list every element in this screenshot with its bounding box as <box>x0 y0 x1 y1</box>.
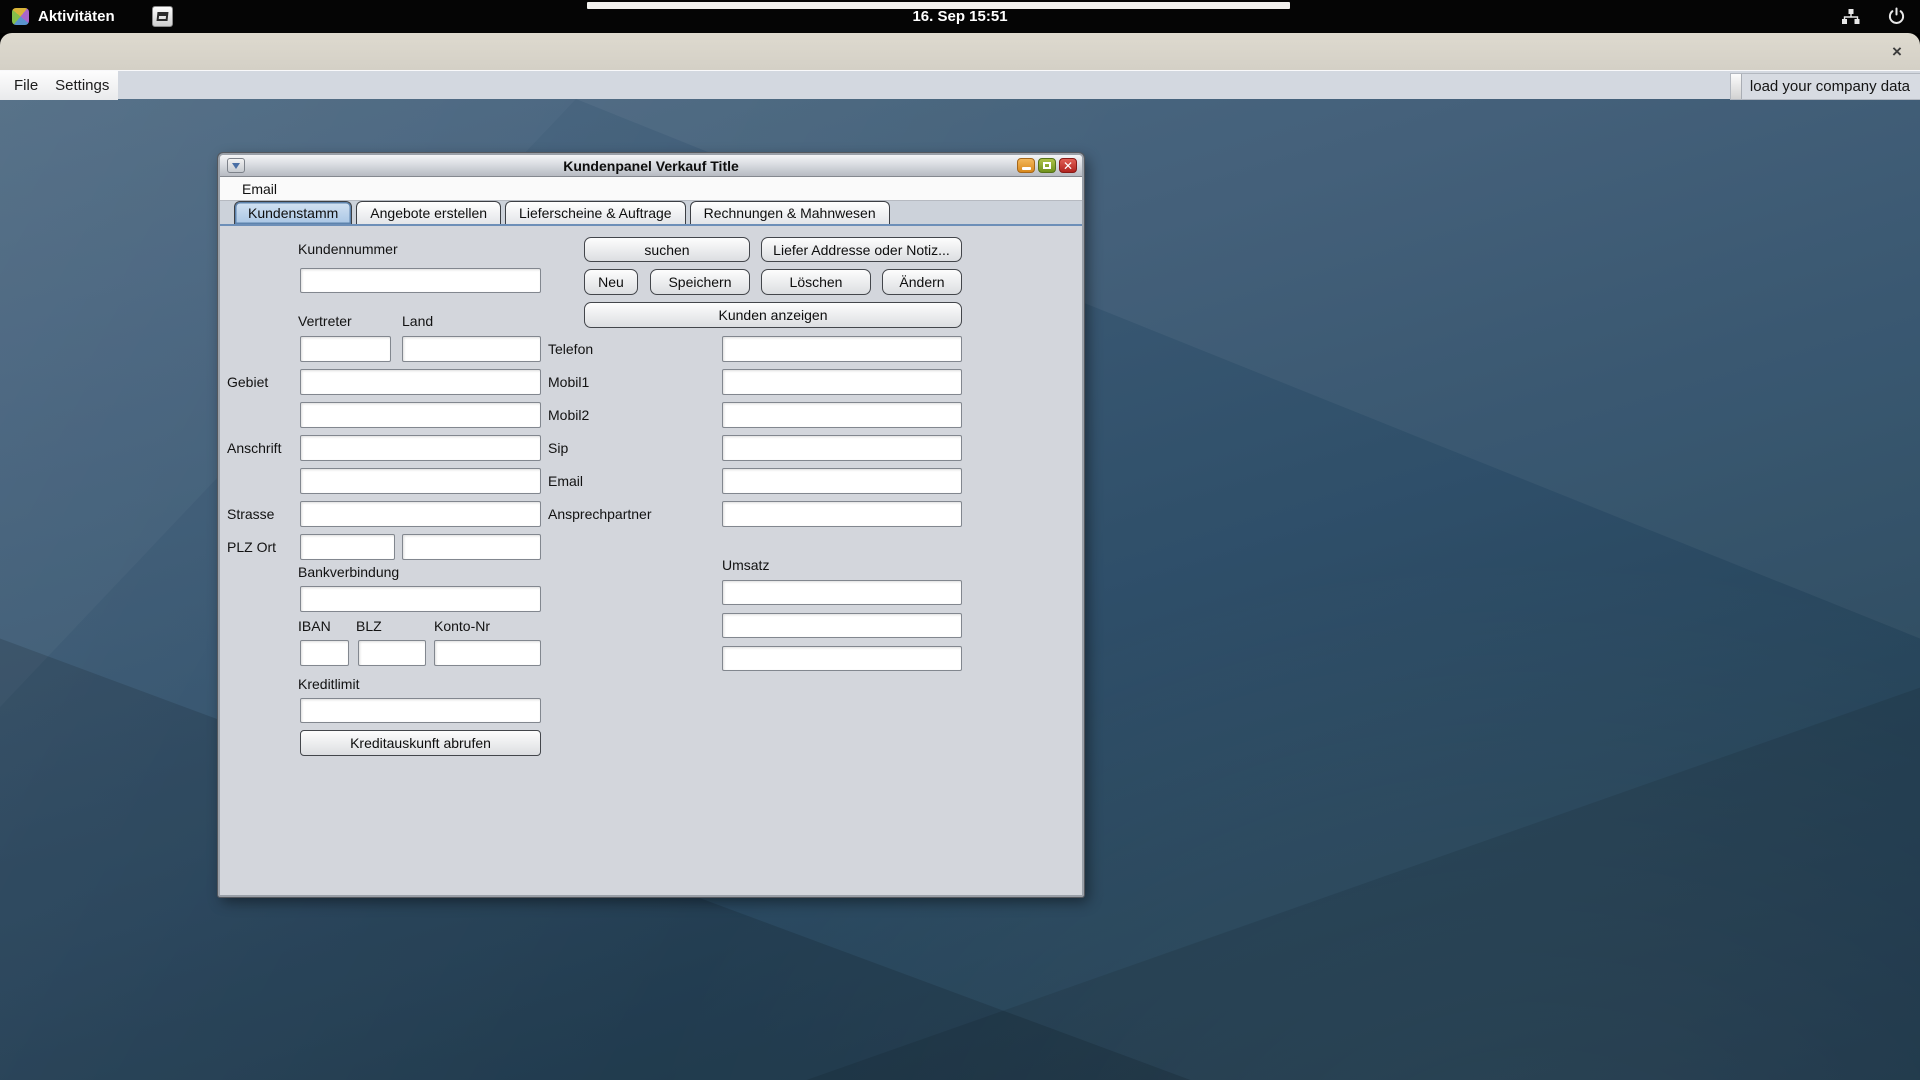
iban-label: IBAN <box>298 618 331 634</box>
kreditlimit-label: Kreditlimit <box>298 676 359 692</box>
email-input[interactable] <box>722 468 962 494</box>
maximize-button[interactable] <box>1038 158 1056 173</box>
umsatz1-input[interactable] <box>722 580 962 605</box>
konto-nr-label: Konto-Nr <box>434 618 490 634</box>
gnome-topbar: Aktivitäten 16. Sep 15:51 <box>0 0 1920 33</box>
maximize-icon <box>1043 162 1051 169</box>
window-title: Kundenpanel Verkauf Title <box>220 158 1082 174</box>
neu-button[interactable]: Neu <box>584 269 638 295</box>
mobil1-label: Mobil1 <box>548 374 589 390</box>
gebiet-label: Gebiet <box>227 374 268 390</box>
viewer-menubar: File Settings load your company data <box>0 70 1920 99</box>
sip-label: Sip <box>548 440 568 456</box>
konto-nr-input[interactable] <box>434 640 541 666</box>
kundenpanel-window: Kundenpanel Verkauf Title ✕ Email Kunden… <box>218 153 1084 897</box>
screen: Aktivitäten 16. Sep 15:51 × File Setting… <box>0 0 1920 1080</box>
anschrift2-input[interactable] <box>300 468 541 494</box>
suchen-button[interactable]: suchen <box>584 237 750 262</box>
minimize-icon <box>1022 167 1031 170</box>
kreditlimit-input[interactable] <box>300 698 541 723</box>
strasse-label: Strasse <box>227 506 274 522</box>
tab-lieferscheine-auftrage[interactable]: Lieferscheine & Auftrage <box>505 201 686 224</box>
ansprechpartner-input[interactable] <box>722 501 962 527</box>
bankverbindung-input[interactable] <box>300 586 541 612</box>
sip-input[interactable] <box>722 435 962 461</box>
strasse-input[interactable] <box>300 501 541 527</box>
window-titlebar[interactable]: Kundenpanel Verkauf Title ✕ <box>220 155 1082 177</box>
kundenstamm-panel: suchen Liefer Addresse oder Notiz... Neu… <box>220 226 1082 895</box>
umsatz3-input[interactable] <box>722 646 962 671</box>
land-label: Land <box>402 313 433 329</box>
menu-email[interactable]: Email <box>242 181 277 197</box>
network-icon[interactable] <box>1841 8 1861 26</box>
umsatz2-input[interactable] <box>722 613 962 638</box>
anschrift-input[interactable] <box>300 435 541 461</box>
kundennummer-input[interactable] <box>300 268 541 293</box>
aendern-button[interactable]: Ändern <box>882 269 962 295</box>
plz-input[interactable] <box>300 534 395 560</box>
button-edge <box>1731 74 1742 99</box>
blz-input[interactable] <box>358 640 426 666</box>
power-icon[interactable] <box>1887 7 1906 26</box>
vertreter-input[interactable] <box>300 336 391 362</box>
kunden-anzeigen-button[interactable]: Kunden anzeigen <box>584 302 962 328</box>
minimize-button[interactable] <box>1017 158 1035 173</box>
mobil2-input[interactable] <box>722 402 962 428</box>
menu-file[interactable]: File <box>14 77 38 94</box>
ansprechpartner-label: Ansprechpartner <box>548 506 652 522</box>
loeschen-button[interactable]: Löschen <box>761 269 871 295</box>
tab-angebote-erstellen[interactable]: Angebote erstellen <box>356 201 501 224</box>
window-menubar: Email <box>220 177 1082 201</box>
menu-settings[interactable]: Settings <box>55 77 109 94</box>
bankverbindung-label: Bankverbindung <box>298 564 399 580</box>
close-icon: ✕ <box>1063 160 1073 172</box>
load-company-data-button[interactable]: load your company data <box>1730 73 1920 100</box>
iban-input[interactable] <box>300 640 349 666</box>
telefon-label: Telefon <box>548 341 593 357</box>
vertreter-label: Vertreter <box>298 313 352 329</box>
viewer-close-icon[interactable]: × <box>1886 41 1908 63</box>
land-input[interactable] <box>402 336 541 362</box>
gebiet2-input[interactable] <box>300 402 541 428</box>
telefon-input[interactable] <box>722 336 962 362</box>
gebiet-input[interactable] <box>300 369 541 395</box>
viewer-titlebar: × <box>0 33 1920 70</box>
email-label: Email <box>548 473 583 489</box>
umsatz-label: Umsatz <box>722 557 769 573</box>
tab-kundenstamm[interactable]: Kundenstamm <box>234 201 352 224</box>
ort-input[interactable] <box>402 534 541 560</box>
kundennummer-label: Kundennummer <box>298 241 398 257</box>
blz-label: BLZ <box>356 618 382 634</box>
close-button[interactable]: ✕ <box>1059 158 1077 173</box>
speichern-button[interactable]: Speichern <box>650 269 750 295</box>
anschrift-label: Anschrift <box>227 440 281 456</box>
plz-ort-label: PLZ Ort <box>227 539 276 555</box>
mobil2-label: Mobil2 <box>548 407 589 423</box>
kreditauskunft-abrufen-button[interactable]: Kreditauskunft abrufen <box>300 730 541 756</box>
tab-strip: Kundenstamm Angebote erstellen Liefersch… <box>220 201 1082 226</box>
tab-rechnungen-mahnwesen[interactable]: Rechnungen & Mahnwesen <box>690 201 890 224</box>
clock[interactable]: 16. Sep 15:51 <box>0 0 1920 33</box>
liefer-adresse-notiz-button[interactable]: Liefer Addresse oder Notiz... <box>761 237 962 262</box>
mobil1-input[interactable] <box>722 369 962 395</box>
